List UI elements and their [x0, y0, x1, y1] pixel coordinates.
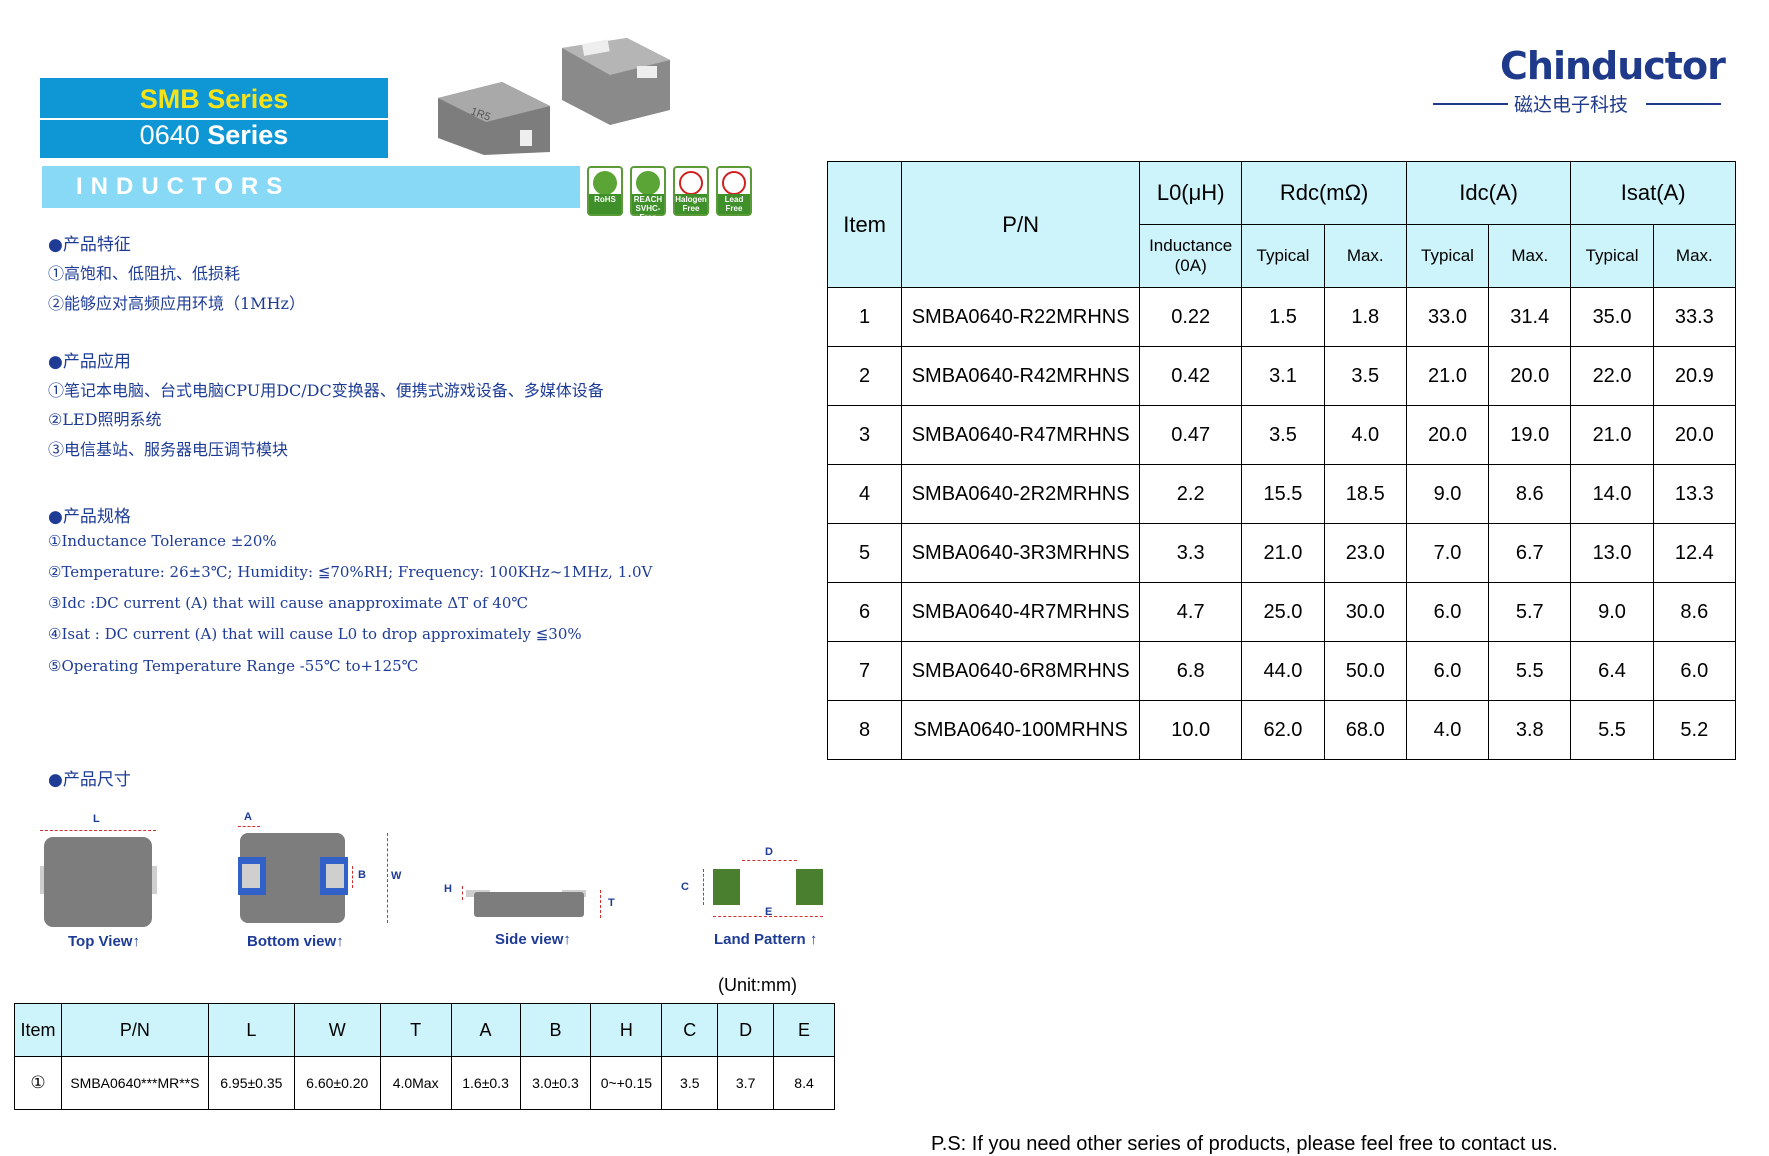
bottom-view-b-mark: B — [358, 869, 366, 881]
electrical-spec-table: Item P/N L0(μH) Rdc(mΩ) Idc(A) Isat(A) I… — [826, 161, 1737, 760]
dim-col-h: H — [590, 1003, 663, 1057]
spec-item: ④Isat : DC current (A) that will cause L… — [48, 625, 582, 643]
spec-item: ②Temperature: 26±3℃; Humidity: ≦70%RH; F… — [48, 563, 653, 581]
halogen-free-badge: Halogen Free — [673, 166, 709, 216]
side-view-label: Side view↑ — [495, 931, 571, 948]
table-row: 8 SMBA0640-100MRHNS 10.0 62.0 68.0 4.0 3.8 5.5 5… — [826, 700, 1737, 760]
series-size: 0640 — [139, 120, 208, 150]
table-row: 4 SMBA0640-2R2MRHNS 2.2 15.5 18.5 9.0 8.6 14.0 1… — [826, 464, 1737, 524]
lead-free-badge: Lead Free — [716, 166, 752, 216]
land-c-mark: C — [681, 881, 689, 893]
contact-note: P.S: If you need other series of product… — [931, 1133, 1558, 1155]
spec-item: ⑤Operating Temperature Range -55℃ to+125… — [48, 657, 419, 675]
dim-col-a: A — [450, 1003, 521, 1057]
rohs-badge: RoHS — [587, 166, 623, 216]
dim-col-d: D — [717, 1003, 775, 1057]
dimensions-heading: ●产品尺寸 — [48, 770, 131, 790]
col-rdc-max: Max. — [1323, 224, 1407, 288]
table-row: 7 SMBA0640-6R8MRHNS 6.8 44.0 50.0 6.0 5.5 6.4 6.… — [826, 641, 1737, 701]
series-word: Series — [207, 120, 289, 150]
logo-rule-right — [1646, 103, 1721, 105]
inductors-label: INDUCTORS — [76, 173, 291, 200]
spec-item: ③Idc :DC current (A) that will cause ana… — [48, 594, 529, 612]
col-rdc-typical: Typical — [1241, 224, 1325, 288]
table-row: 2 SMBA0640-R42MRHNS 0.42 3.1 3.5 21.0 20.0 22.0… — [826, 346, 1737, 406]
table-row: 6 SMBA0640-4R7MRHNS 4.7 25.0 30.0 6.0 5.7 9.0 8.… — [826, 582, 1737, 642]
features-heading: ●产品特征 — [48, 235, 131, 255]
land-e-mark: E — [765, 906, 773, 918]
side-view-h-mark: H — [444, 883, 452, 895]
specs-heading: ●产品规格 — [48, 507, 131, 527]
col-l0: L0(μH) — [1139, 161, 1243, 225]
company-subtitle: 磁达电子科技 — [1514, 94, 1629, 116]
feature-item: ①高饱和、低阻抗、低损耗 — [48, 264, 241, 283]
dim-col-b: B — [519, 1003, 592, 1057]
dim-col-l: L — [207, 1003, 295, 1057]
bottom-view-a-mark: A — [244, 811, 252, 823]
col-idc-typical: Typical — [1405, 224, 1490, 288]
reach-badge: REACH SVHC-Free — [630, 166, 666, 222]
top-view-label: Top View↑ — [68, 933, 140, 950]
dim-col-t: T — [379, 1003, 452, 1057]
application-item: ③电信基站、服务器电压调节模块 — [48, 440, 289, 459]
dim-col-e: E — [773, 1003, 835, 1057]
col-isat-max: Max. — [1652, 224, 1737, 288]
series-box: SMB Series 0640 Series — [40, 78, 388, 158]
applications-heading: ●产品应用 — [48, 352, 131, 372]
inductors-banner: INDUCTORS — [42, 166, 580, 208]
col-idc-max: Max. — [1488, 224, 1572, 288]
col-isat: Isat(A) — [1570, 161, 1736, 225]
land-pattern-label: Land Pattern ↑ — [714, 931, 818, 948]
dim-col-w: W — [293, 1003, 381, 1057]
application-item: ②LED照明系统 — [48, 410, 162, 429]
dim-col-pn: P/N — [60, 1003, 209, 1057]
dimension-table: Item P/N L W T A B H C D E ① SMBA0640***… — [14, 1003, 835, 1110]
bottom-view-w-mark: W — [391, 870, 402, 882]
side-view-t-mark: T — [608, 897, 615, 909]
application-item: ①笔记本电脑、台式电脑CPU用DC/DC变换器、便携式游戏设备、多媒体设备 — [48, 381, 604, 400]
bottom-view-label: Bottom view↑ — [247, 933, 344, 950]
col-isat-typical: Typical — [1570, 224, 1654, 288]
series-title: SMB Series — [139, 84, 289, 114]
series-subtitle: 0640 Series — [40, 120, 388, 151]
col-rdc: Rdc(mΩ) — [1241, 161, 1407, 225]
top-view-l-mark: L — [93, 813, 100, 825]
col-pn: P/N — [901, 161, 1141, 288]
company-logo: Chinductor — [1500, 44, 1726, 88]
col-item: Item — [826, 161, 903, 288]
col-inductance: Inductance (0A) — [1139, 224, 1243, 288]
feature-item: ②能够应对高频应用环境（1MHz） — [48, 294, 305, 313]
logo-rule-left — [1433, 103, 1508, 105]
table-row: ① SMBA0640***MR**S 6.95±0.35 6.60±0.20 4… — [14, 1056, 835, 1110]
table-row: 3 SMBA0640-R47MRHNS 0.47 3.5 4.0 20.0 19.0 21.0… — [826, 405, 1737, 465]
unit-label: (Unit:mm) — [718, 975, 797, 995]
dim-col-item: Item — [14, 1003, 62, 1057]
land-d-mark: D — [765, 846, 773, 858]
spec-item: ①Inductance Tolerance ±20% — [48, 532, 277, 550]
col-idc: Idc(A) — [1405, 161, 1572, 225]
dim-col-c: C — [661, 1003, 719, 1057]
inductor-photo-icon: 1R5 — [438, 38, 670, 155]
table-row: 1 SMBA0640-R22MRHNS 0.22 1.5 1.8 33.0 31.4 35.0… — [826, 287, 1737, 347]
table-row: 5 SMBA0640-3R3MRHNS 3.3 21.0 23.0 7.0 6.7 13.0 1… — [826, 523, 1737, 583]
